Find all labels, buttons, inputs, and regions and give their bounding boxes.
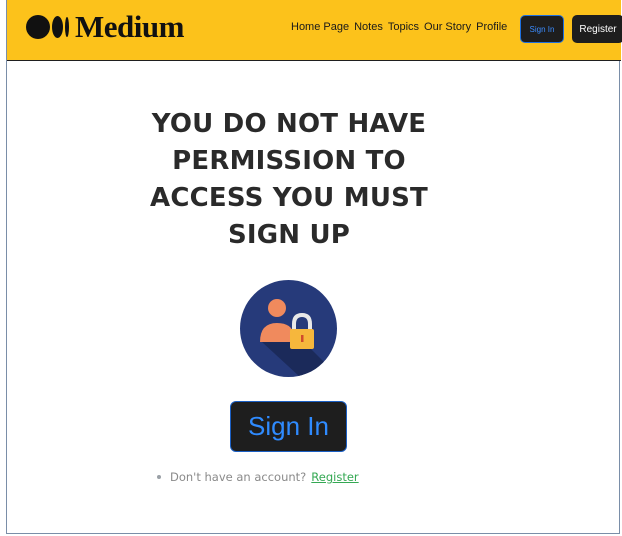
nav-link-notes[interactable]: Notes — [354, 21, 383, 33]
heading-line: ACCESS YOU MUST — [150, 183, 428, 213]
nav-link-topics[interactable]: Topics — [388, 21, 419, 33]
bullet-icon — [157, 475, 161, 479]
nav-link-profile[interactable]: Profile — [476, 21, 507, 33]
register-prompt: Don't have an account? Register — [157, 470, 359, 484]
brand-name: Medium — [75, 9, 184, 44]
page-frame — [6, 0, 620, 534]
page-title: YOU DO NOT HAVE PERMISSION TO ACCESS YOU… — [128, 106, 450, 254]
nav-sign-in-button[interactable]: Sign In — [520, 15, 564, 43]
register-link[interactable]: Register — [311, 470, 358, 484]
nav-register-button[interactable]: Register — [572, 15, 622, 43]
sign-in-button[interactable]: Sign In — [230, 401, 347, 452]
medium-logo-icon — [26, 15, 69, 39]
account-prompt-text: Don't have an account? — [170, 470, 307, 484]
medium-logo[interactable]: Medium — [26, 9, 184, 45]
heading-line: PERMISSION TO — [172, 146, 406, 176]
navbar: Medium Home Page Notes Topics Our Story … — [7, 0, 622, 61]
heading-line: SIGN UP — [227, 220, 351, 250]
nav-link-home[interactable]: Home Page — [291, 21, 349, 33]
heading-line: YOU DO NOT HAVE — [151, 109, 427, 139]
nav-links: Home Page Notes Topics Our Story Profile — [291, 21, 507, 33]
user-lock-icon — [240, 280, 337, 377]
nav-link-our-story[interactable]: Our Story — [424, 21, 471, 33]
